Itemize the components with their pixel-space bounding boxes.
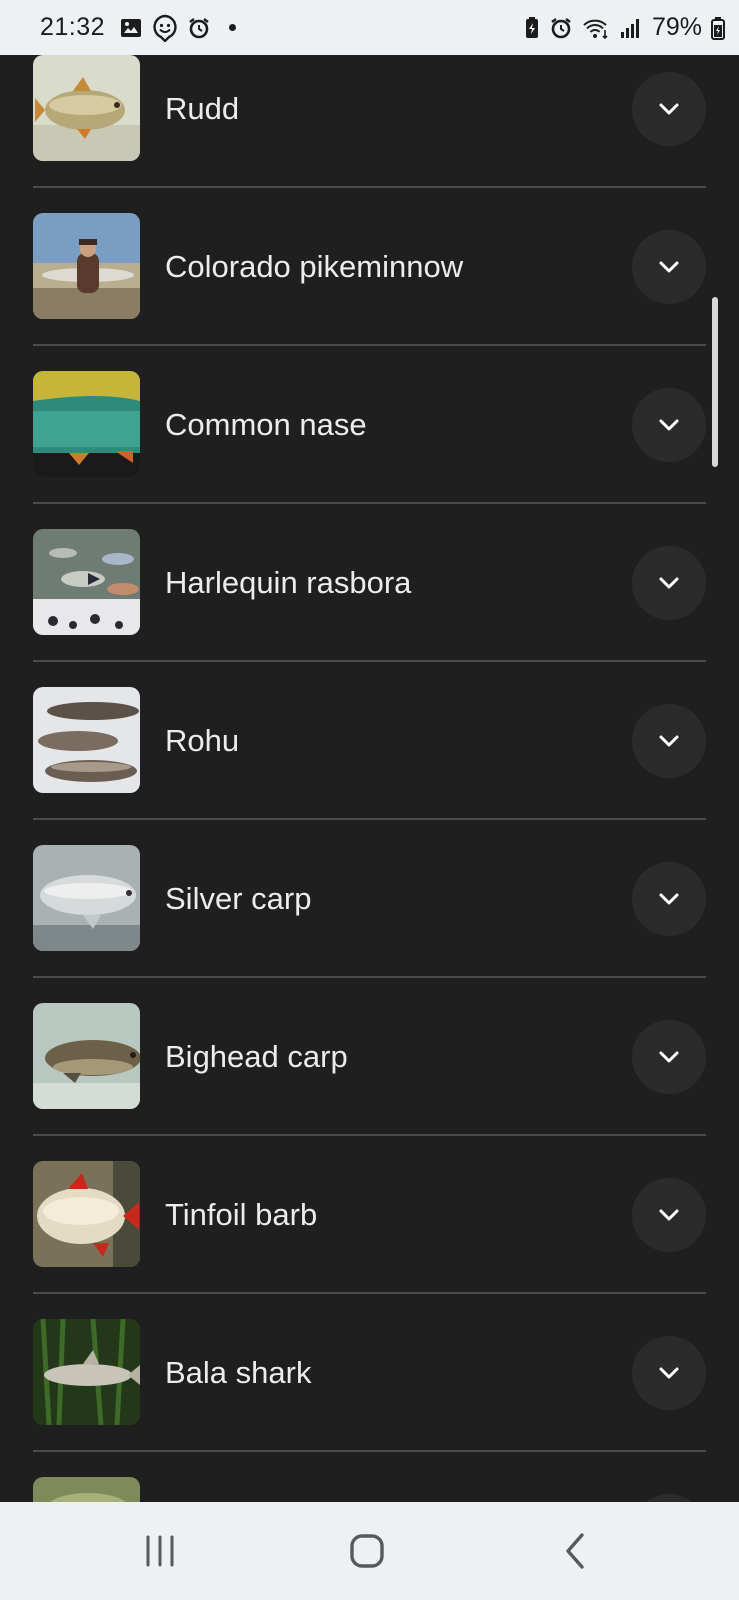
fish-name: Bighead carp bbox=[165, 1039, 348, 1074]
battery-icon bbox=[711, 16, 725, 40]
list-item[interactable]: Harlequin rasbora bbox=[33, 504, 706, 662]
rohu-thumbnail bbox=[33, 687, 140, 793]
list-item[interactable]: Colorado pikeminnow bbox=[33, 188, 706, 346]
colorado-pikeminnow-thumbnail bbox=[33, 213, 140, 319]
list-item[interactable] bbox=[33, 1452, 706, 1502]
navigation-bar bbox=[0, 1502, 739, 1600]
battery-percent: 79% bbox=[651, 13, 702, 41]
fish-name: Tinfoil barb bbox=[165, 1197, 318, 1232]
chevron-down-icon bbox=[659, 577, 679, 589]
chevron-down-icon bbox=[659, 735, 679, 747]
battery-saver-icon bbox=[524, 16, 540, 40]
home-icon bbox=[350, 1534, 384, 1568]
status-time: 21:32 bbox=[40, 13, 106, 41]
scrollbar[interactable] bbox=[712, 297, 718, 467]
fish-name: Rohu bbox=[165, 723, 240, 758]
alarm-icon bbox=[549, 16, 573, 40]
list-item[interactable]: Common nase bbox=[33, 346, 706, 504]
home-button[interactable] bbox=[342, 1528, 392, 1574]
recent-apps-icon bbox=[146, 1535, 174, 1567]
expand-button[interactable] bbox=[632, 1336, 706, 1410]
list-item[interactable]: Silver carp bbox=[33, 820, 706, 978]
status-bar: 21:32 79% bbox=[0, 0, 739, 55]
chevron-down-icon bbox=[659, 1367, 679, 1379]
wifi-icon bbox=[582, 16, 610, 40]
common-nase-thumbnail bbox=[33, 371, 140, 477]
chevron-down-icon bbox=[659, 1209, 679, 1221]
alarm-icon bbox=[187, 16, 211, 40]
rudd-thumbnail bbox=[33, 55, 140, 161]
notification-dot bbox=[229, 24, 237, 31]
fish-name: Colorado pikeminnow bbox=[165, 249, 464, 284]
bala-shark-thumbnail bbox=[33, 1319, 140, 1425]
chevron-down-icon bbox=[659, 103, 679, 115]
harlequin-rasbora-thumbnail bbox=[33, 529, 140, 635]
chevron-down-icon bbox=[659, 893, 679, 905]
recent-apps-button[interactable] bbox=[135, 1528, 185, 1574]
expand-button[interactable] bbox=[632, 862, 706, 936]
list-item[interactable]: Rohu bbox=[33, 662, 706, 820]
fish-list[interactable]: Rudd Colorado pikeminnow Common nase Har… bbox=[0, 55, 739, 1502]
list-item[interactable]: Tinfoil barb bbox=[33, 1136, 706, 1294]
expand-button[interactable] bbox=[632, 1178, 706, 1252]
chevron-down-icon bbox=[659, 1051, 679, 1063]
fish-name: Common nase bbox=[165, 407, 367, 442]
chevron-down-icon bbox=[659, 419, 679, 431]
silver-carp-thumbnail bbox=[33, 845, 140, 951]
fish-name: Silver carp bbox=[165, 881, 312, 916]
signal-icon bbox=[619, 16, 643, 40]
expand-button[interactable] bbox=[632, 546, 706, 620]
back-button[interactable] bbox=[550, 1528, 600, 1574]
partial-thumbnail bbox=[33, 1477, 140, 1502]
status-right-icons: 79% bbox=[524, 13, 725, 42]
back-icon bbox=[566, 1533, 584, 1569]
gallery-icon bbox=[119, 16, 143, 40]
list-item[interactable]: Bighead carp bbox=[33, 978, 706, 1136]
expand-button[interactable] bbox=[632, 704, 706, 778]
status-left-icons bbox=[119, 14, 237, 43]
fish-name: Bala shark bbox=[165, 1355, 312, 1390]
expand-button[interactable] bbox=[632, 72, 706, 146]
fish-name: Rudd bbox=[165, 91, 240, 126]
chevron-down-icon bbox=[659, 261, 679, 273]
expand-button[interactable] bbox=[632, 1020, 706, 1094]
expand-button[interactable] bbox=[632, 230, 706, 304]
smiley-badge-icon bbox=[151, 14, 179, 43]
bighead-carp-thumbnail bbox=[33, 1003, 140, 1109]
fish-name: Harlequin rasbora bbox=[165, 565, 412, 600]
list-item[interactable]: Rudd bbox=[33, 55, 706, 188]
list-item[interactable]: Bala shark bbox=[33, 1294, 706, 1452]
expand-button[interactable] bbox=[632, 1494, 706, 1502]
expand-button[interactable] bbox=[632, 388, 706, 462]
tinfoil-barb-thumbnail bbox=[33, 1161, 140, 1267]
